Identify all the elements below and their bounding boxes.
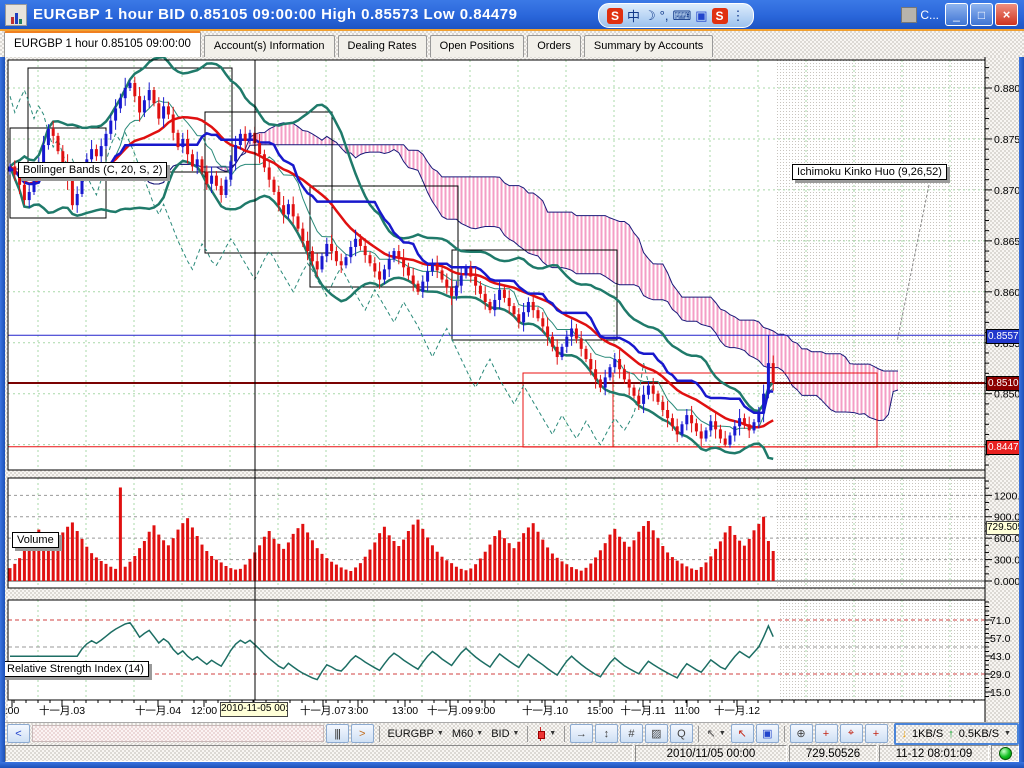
download-arrow-icon: ↓ <box>902 728 908 740</box>
ime-logo-icon[interactable]: S <box>607 8 623 24</box>
chevron-down-icon: ▼ <box>476 730 483 737</box>
status-cursor-datetime: 2010/11/05 00:00 <box>635 745 787 762</box>
upload-speed: 0.5KB/S <box>959 728 999 740</box>
symbol-dropdown[interactable]: EURGBP▼ <box>384 727 446 741</box>
ime-grip-icon[interactable]: ⋮ <box>732 8 745 24</box>
tab-strip: EURGBP 1 hour 0.85105 09:00:00 Account(s… <box>0 29 1024 57</box>
upload-arrow-icon: ↑ <box>948 728 954 740</box>
window-border-right <box>1019 0 1024 768</box>
application-window: 0.880000.875000.870000.865000.860000.855… <box>0 0 1024 768</box>
overlay-window-label: C... <box>920 8 939 22</box>
overlay-window-icon <box>901 7 917 23</box>
close-button[interactable]: × <box>995 3 1018 26</box>
window-title: EURGBP 1 hour BID 0.85105 09:00:00 High … <box>33 6 517 23</box>
toolbar-separator <box>379 726 380 742</box>
minimize-button[interactable]: _ <box>945 3 968 26</box>
window-controls: C... _ □ × <box>901 3 1018 26</box>
ime-language-icon[interactable]: 中 <box>627 6 640 25</box>
cursor-icon: ↖ <box>707 727 716 740</box>
status-connection-cell <box>991 745 1019 762</box>
quote-icon[interactable]: Q <box>670 724 693 743</box>
tab-accounts-information[interactable]: Account(s) Information <box>204 35 335 57</box>
ime-toolbar[interactable]: S 中 ☽ °, ⌨ ▣ S ⋮ <box>598 3 754 28</box>
scroll-next-button[interactable]: > <box>351 724 374 743</box>
volume-label[interactable]: Volume <box>12 532 59 548</box>
download-speed: 1KB/S <box>912 728 943 740</box>
title-bar[interactable]: EURGBP 1 hour BID 0.85105 09:00:00 High … <box>0 0 1024 29</box>
network-speed-panel: ↓ 1KB/S ↑ 0.5KB/S ▼ <box>894 723 1019 745</box>
chevron-down-icon[interactable]: ▼ <box>1004 730 1011 737</box>
maximize-button[interactable]: □ <box>970 3 993 26</box>
tab-summary-by-accounts[interactable]: Summary by Accounts <box>584 35 713 57</box>
cursor-time-badge: 2010-11-05 00:00 <box>220 702 288 717</box>
fit-vertical-icon[interactable]: ↕ <box>595 724 618 743</box>
time-axis[interactable] <box>8 700 985 722</box>
toolbar-separator <box>527 726 528 742</box>
app-icon <box>5 4 27 26</box>
rsi-label[interactable]: Relative Strength Index (14) <box>2 661 149 677</box>
status-empty-panel <box>5 745 633 762</box>
ime-moon-icon[interactable]: ☽ <box>644 8 656 24</box>
grid-toggle-icon[interactable]: # <box>620 724 643 743</box>
cursor-tool-dropdown[interactable]: ↖▼ <box>704 726 729 741</box>
toolbar-separator <box>698 726 699 742</box>
chevron-down-icon: ▼ <box>513 730 520 737</box>
zoom-in-icon[interactable]: ⊕ <box>790 724 813 743</box>
annotation-arrow-icon[interactable]: ↖ <box>731 724 754 743</box>
chart-plot-area[interactable] <box>8 60 985 700</box>
shapes-icon[interactable]: ▣ <box>756 724 779 743</box>
bollinger-label[interactable]: Bollinger Bands (C, 20, S, 2) <box>18 162 167 178</box>
session-low-badge: 0.84479 <box>986 440 1022 455</box>
crosshair-collapse-icon[interactable]: + <box>815 724 838 743</box>
pane-splitter-rsi[interactable] <box>8 588 985 600</box>
toolbar-separator <box>784 726 785 742</box>
window-border-bottom <box>0 762 1024 768</box>
cursor-volume-badge: 729.505 <box>986 521 1020 535</box>
overlay-window-chip[interactable]: C... <box>901 7 939 23</box>
ime-keyboard-icon[interactable]: ⌨ <box>672 8 691 24</box>
window-border-left <box>0 0 5 768</box>
session-high-badge: 0.85573 <box>986 329 1022 344</box>
scrollbar-track[interactable] <box>32 725 324 742</box>
pane-splitter-volume[interactable] <box>8 470 985 478</box>
pattern-icon[interactable]: ▨ <box>645 724 668 743</box>
status-cursor-value: 729.50526 <box>789 745 877 762</box>
chart-toolbar: < ||| > EURGBP▼ M60▼ BID▼ ▼ → ↕ # ▨ Q ↖▼… <box>5 722 1019 744</box>
price-type-dropdown[interactable]: BID▼ <box>488 727 522 741</box>
crosshair-icon[interactable]: ⌖ <box>840 724 863 743</box>
crosshair-expand-icon[interactable]: + <box>865 724 888 743</box>
status-bar: 2010/11/05 00:00 729.50526 11-12 08:01:0… <box>5 745 1019 762</box>
bid-price-badge: 0.85105 <box>986 376 1022 391</box>
scrollbar-thumb[interactable]: ||| <box>326 724 349 743</box>
tab-orders[interactable]: Orders <box>527 35 581 57</box>
chevron-down-icon: ▼ <box>549 730 556 737</box>
connection-status-icon <box>999 747 1012 760</box>
toolbar-separator <box>564 726 565 742</box>
status-clock: 11-12 08:01:09 <box>879 745 989 762</box>
tab-open-positions[interactable]: Open Positions <box>430 35 525 57</box>
ime-board-icon[interactable]: ▣ <box>695 8 707 24</box>
tab-chart[interactable]: EURGBP 1 hour 0.85105 09:00:00 <box>4 31 201 57</box>
ime-logo2-icon[interactable]: S <box>712 8 728 24</box>
candlestick-icon <box>536 727 546 741</box>
scroll-to-end-icon[interactable]: → <box>570 724 593 743</box>
chevron-down-icon: ▼ <box>437 730 444 737</box>
chart-style-dropdown[interactable]: ▼ <box>533 726 559 742</box>
timeframe-dropdown[interactable]: M60▼ <box>449 727 486 741</box>
ime-punctuation-icon[interactable]: °, <box>660 8 669 23</box>
chevron-down-icon: ▼ <box>719 730 726 737</box>
scroll-prev-button[interactable]: < <box>7 724 30 743</box>
tab-dealing-rates[interactable]: Dealing Rates <box>338 35 427 57</box>
ichimoku-label[interactable]: Ichimoku Kinko Huo (9,26,52) <box>792 164 947 180</box>
